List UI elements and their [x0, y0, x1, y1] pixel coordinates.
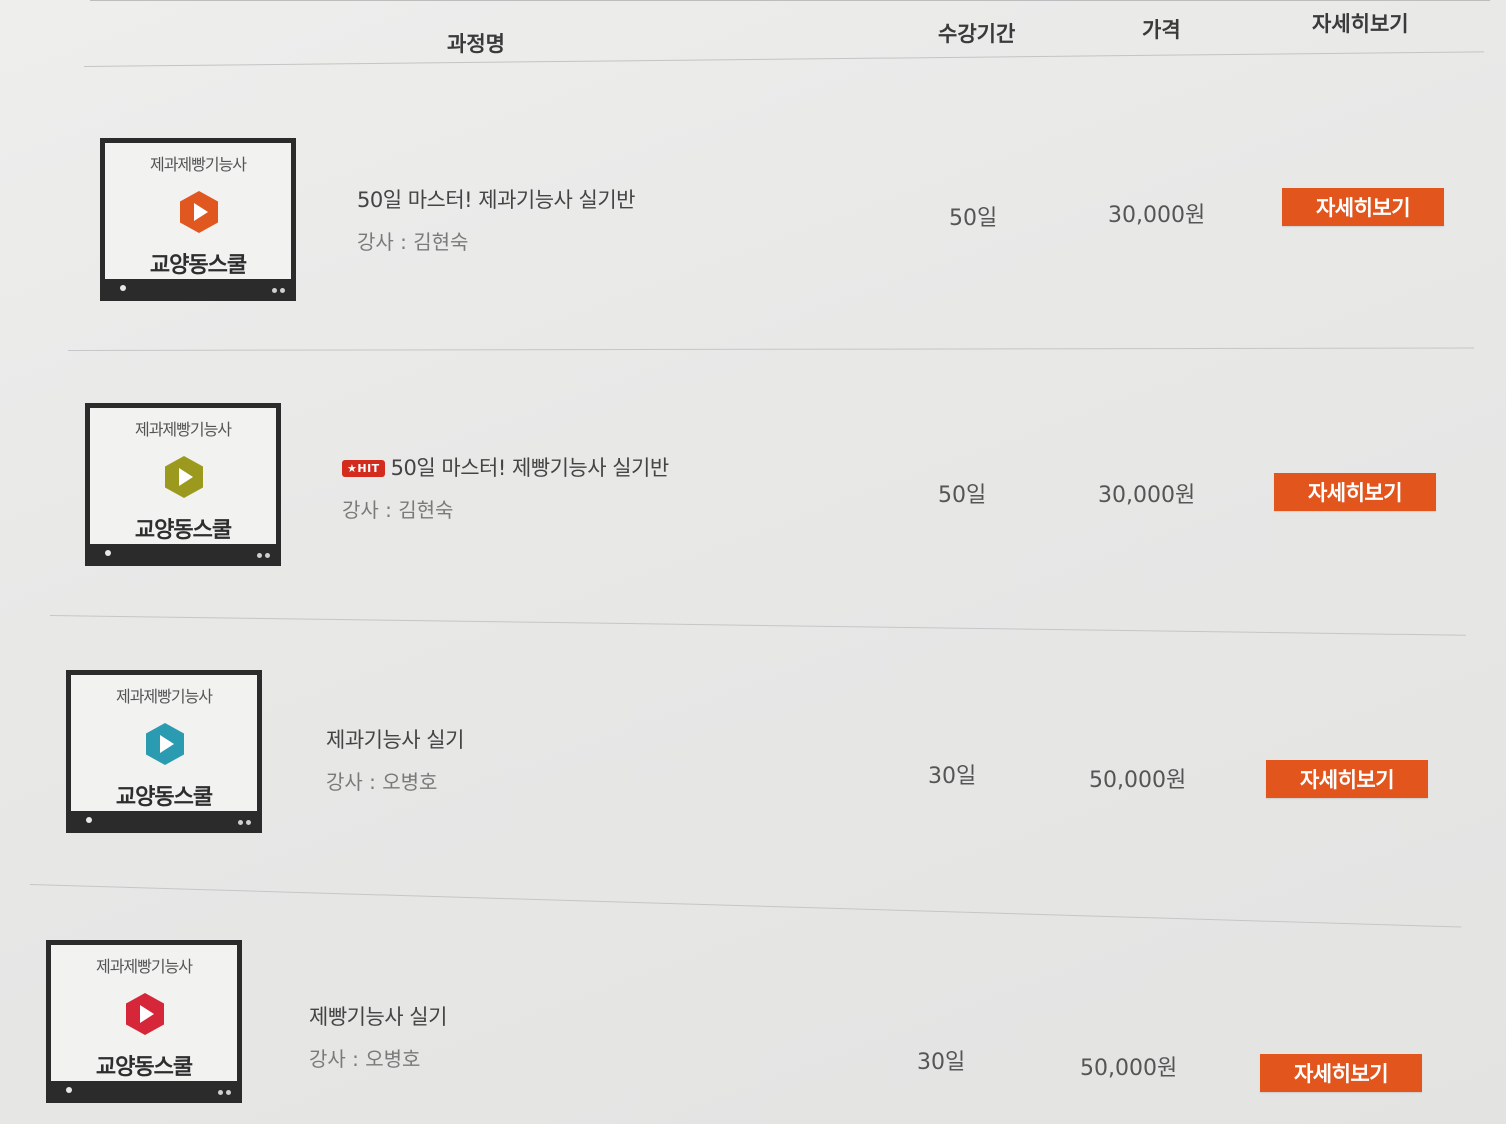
course-thumbnail[interactable]: 제과제빵기능사 교양동스쿨 [46, 940, 246, 1108]
course-info: 제빵기능사 실기 강사 : 오병호 [309, 1001, 447, 1072]
detail-button[interactable]: 자세히보기 [1282, 188, 1444, 226]
course-teacher: 강사 : 오병호 [326, 770, 438, 794]
row-divider [29, 884, 1462, 928]
thumbnail-bezel [46, 1081, 242, 1103]
row-divider [49, 615, 1466, 636]
thumbnail-bezel [66, 811, 262, 833]
header-price: 가격 [1142, 18, 1181, 42]
course-period: 50일 [938, 483, 987, 508]
course-title: 제과기능사 실기 [326, 728, 464, 752]
course-title: 50일 마스터! 제과기능사 실기반 [357, 188, 636, 212]
course-info: 제과기능사 실기 강사 : 오병호 [326, 724, 464, 795]
header-detail: 자세히보기 [1312, 12, 1409, 36]
thumbnail-brand: 교양동스쿨 [134, 518, 232, 543]
course-period: 30일 [917, 1050, 966, 1075]
header-course-name: 과정명 [447, 32, 505, 56]
course-price: 30,000원 [1098, 483, 1196, 508]
detail-button[interactable]: 자세히보기 [1274, 473, 1436, 511]
course-title-link[interactable]: ★HIT 50일 마스터! 제빵기능사 실기반 [342, 452, 669, 482]
thumbnail-bezel [85, 544, 281, 566]
thumbnail-bezel [100, 279, 296, 301]
detail-button[interactable]: 자세히보기 [1266, 760, 1428, 798]
course-teacher: 강사 : 오병호 [309, 1047, 421, 1071]
thumbnail-screen: 제과제빵기능사 교양동스쿨 [66, 670, 262, 811]
course-price: 30,000원 [1108, 203, 1206, 228]
course-title-link[interactable]: 제과기능사 실기 [326, 724, 464, 754]
course-teacher: 강사 : 김현숙 [357, 230, 469, 254]
course-thumbnail[interactable]: 제과제빵기능사 교양동스쿨 [66, 670, 266, 838]
course-thumbnail[interactable]: 제과제빵기능사 교양동스쿨 [85, 403, 285, 571]
thumbnail-category: 제과제빵기능사 [95, 957, 193, 976]
thumbnail-brand: 교양동스쿨 [149, 253, 247, 278]
course-price: 50,000원 [1089, 768, 1187, 793]
course-thumbnail[interactable]: 제과제빵기능사 교양동스쿨 [100, 138, 300, 306]
play-icon [126, 993, 164, 1035]
course-title-link[interactable]: 제빵기능사 실기 [309, 1001, 447, 1031]
play-icon [180, 191, 218, 233]
thumbnail-category: 제과제빵기능사 [134, 420, 232, 439]
play-icon [146, 723, 184, 765]
hit-badge: ★HIT [342, 460, 385, 477]
table-header: 과정명 수강기간 가격 자세히보기 [0, 0, 1506, 80]
course-period: 30일 [928, 764, 977, 789]
row-divider [68, 347, 1474, 351]
course-title: 50일 마스터! 제빵기능사 실기반 [390, 456, 670, 480]
thumbnail-screen: 제과제빵기능사 교양동스쿨 [100, 138, 296, 279]
thumbnail-screen: 제과제빵기능사 교양동스쿨 [85, 403, 281, 544]
play-icon [165, 456, 203, 498]
thumbnail-brand: 교양동스쿨 [115, 785, 213, 810]
course-info: ★HIT 50일 마스터! 제빵기능사 실기반 강사 : 김현숙 [342, 452, 669, 523]
course-title-link[interactable]: 50일 마스터! 제과기능사 실기반 [357, 184, 636, 214]
thumbnail-brand: 교양동스쿨 [95, 1055, 193, 1080]
thumbnail-screen: 제과제빵기능사 교양동스쿨 [46, 940, 242, 1081]
course-info: 50일 마스터! 제과기능사 실기반 강사 : 김현숙 [357, 184, 636, 255]
course-teacher: 강사 : 김현숙 [342, 498, 454, 522]
course-price: 50,000원 [1080, 1056, 1178, 1081]
course-period: 50일 [949, 206, 998, 231]
thumbnail-category: 제과제빵기능사 [115, 687, 213, 706]
course-title: 제빵기능사 실기 [309, 1005, 447, 1029]
header-period: 수강기간 [938, 22, 1016, 46]
thumbnail-category: 제과제빵기능사 [149, 155, 247, 174]
detail-button[interactable]: 자세히보기 [1260, 1054, 1422, 1092]
